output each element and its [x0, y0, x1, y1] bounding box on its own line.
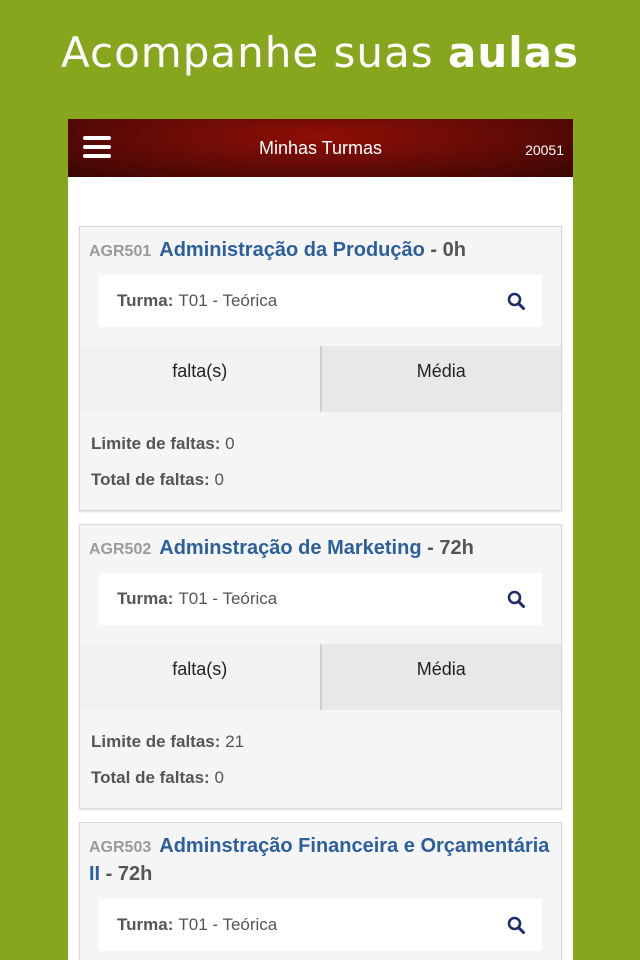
tab-faltas[interactable]: falta(s) — [80, 644, 322, 710]
course-code: AGR503 — [89, 839, 152, 856]
phone-screen: Minhas Turmas 20051 AGR501 Administração … — [68, 119, 573, 960]
turma-label: Turma: — [117, 915, 174, 934]
course-tabs: falta(s) Média — [80, 346, 561, 412]
course-card: AGR502 Adminstração de Marketing - 72h Tu… — [79, 524, 562, 809]
turma-value: T01 - Teórica — [178, 915, 278, 934]
course-code: AGR501 — [89, 243, 152, 260]
total-faltas: Total de faltas: 0 — [91, 760, 550, 796]
course-name: Administração da Produção — [159, 239, 425, 261]
turma-value: T01 - Teórica — [178, 291, 278, 310]
limite-faltas: Limite de faltas: 21 — [91, 724, 550, 760]
total-faltas-value: 0 — [214, 768, 224, 787]
app-bar: Minhas Turmas 20051 — [68, 119, 573, 177]
turma-value: T01 - Teórica — [178, 589, 278, 608]
course-tabs: falta(s) Média — [80, 644, 561, 710]
tab-faltas[interactable]: falta(s) — [80, 346, 322, 412]
course-hours: - 0h — [424, 239, 466, 261]
attendance-stats: Limite de faltas: 21 Total de faltas: 0 — [80, 710, 561, 808]
course-header: AGR503 Adminstração Financeira e Orçament… — [80, 823, 561, 889]
promo-text: Acompanhe suas — [61, 28, 434, 77]
page-title: Minhas Turmas — [258, 138, 383, 158]
promo-headline: Acompanhe suas aulas — [0, 28, 640, 77]
attendance-stats: Limite de faltas: 0 Total de faltas: 0 — [80, 412, 561, 510]
search-icon[interactable] — [507, 292, 525, 310]
limite-faltas-value: 21 — [225, 732, 245, 751]
limite-faltas-label: Limite de faltas: — [91, 434, 221, 453]
turma-selector[interactable]: Turma: T01 - Teórica — [99, 899, 542, 951]
search-icon[interactable] — [507, 590, 525, 608]
course-card: AGR503 Adminstração Financeira e Orçament… — [79, 822, 562, 960]
user-code: 20051 — [525, 142, 564, 158]
course-list: AGR501 Administração da Produção - 0h Tur… — [68, 177, 573, 960]
turma-label: Turma: — [117, 589, 174, 608]
course-header: AGR501 Administração da Produção - 0h — [80, 227, 561, 265]
promo-text-bold: aulas — [448, 28, 579, 77]
course-card: AGR501 Administração da Produção - 0h Tur… — [79, 226, 562, 511]
course-code: AGR502 — [89, 541, 152, 558]
total-faltas: Total de faltas: 0 — [91, 462, 550, 498]
limite-faltas: Limite de faltas: 0 — [91, 426, 550, 462]
course-name: Adminstração de Marketing — [159, 537, 422, 559]
total-faltas-value: 0 — [214, 470, 224, 489]
course-header: AGR502 Adminstração de Marketing - 72h — [80, 525, 561, 563]
turma-label: Turma: — [117, 291, 174, 310]
total-faltas-label: Total de faltas: — [91, 470, 210, 489]
total-faltas-label: Total de faltas: — [91, 768, 210, 787]
course-hours: - 72h — [421, 537, 474, 559]
tab-media[interactable]: Média — [321, 346, 561, 412]
limite-faltas-value: 0 — [225, 434, 235, 453]
limite-faltas-label: Limite de faltas: — [91, 732, 221, 751]
turma-selector[interactable]: Turma: T01 - Teórica — [99, 573, 542, 625]
course-hours: - 72h — [100, 863, 153, 885]
search-icon[interactable] — [507, 916, 525, 934]
course-name: Adminstração Financeira e Orçamentária I… — [89, 835, 550, 885]
tab-media[interactable]: Média — [321, 644, 561, 710]
turma-selector[interactable]: Turma: T01 - Teórica — [99, 275, 542, 327]
